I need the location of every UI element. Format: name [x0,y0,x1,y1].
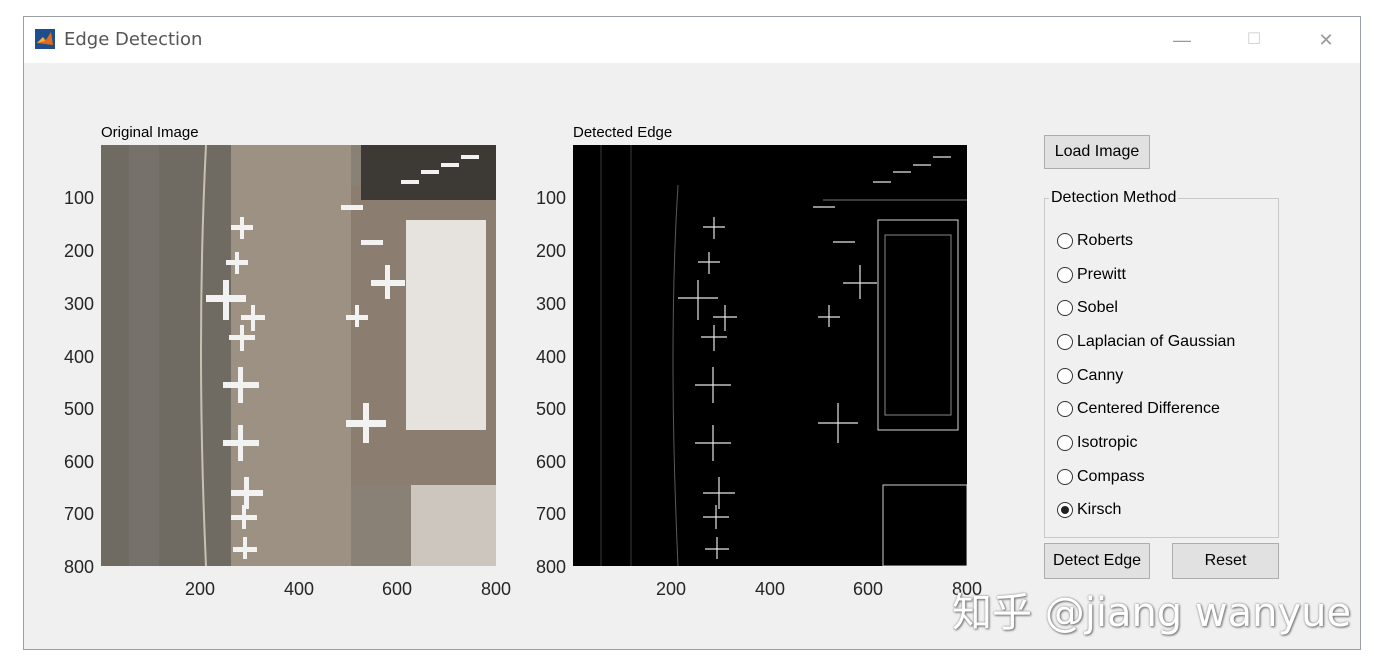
y-tick: 600 [63,452,94,472]
radio-roberts[interactable]: Roberts [1057,231,1133,251]
original-image-title: Original Image [101,124,199,141]
radio-canny[interactable]: Canny [1057,366,1123,386]
title-bar[interactable]: Edge Detection — ☐ ✕ [24,17,1360,63]
radio-label: Laplacian of Gaussian [1077,333,1236,350]
radio-label: Sobel [1077,299,1118,316]
close-button[interactable]: ✕ [1306,25,1346,55]
x-tick: 600 [852,579,884,599]
radio-laplacian-of-gaussian[interactable]: Laplacian of Gaussian [1057,332,1235,352]
radio-label: Canny [1077,367,1124,384]
radio-button[interactable] [1057,334,1073,350]
x-tick: 200 [184,579,216,599]
radio-label: Kirsch [1077,501,1122,518]
radio-label: Compass [1077,468,1145,485]
y-tick: 400 [535,347,566,367]
y-tick: 600 [535,452,566,472]
x-tick: 200 [655,579,687,599]
detect-edge-button[interactable]: Detect Edge [1044,543,1150,579]
radio-button[interactable] [1057,233,1073,249]
radio-button[interactable] [1057,435,1073,451]
detection-method-group: Detection Method Roberts Prewitt Sobel L… [1044,189,1279,538]
radio-label: Isotropic [1077,434,1138,451]
detected-edge-title: Detected Edge [573,124,673,141]
x-tick: 600 [381,579,413,599]
radio-prewitt[interactable]: Prewitt [1057,265,1126,285]
radio-button[interactable] [1057,469,1073,485]
radio-centered-difference[interactable]: Centered Difference [1057,399,1220,419]
radio-label: Centered Difference [1077,400,1220,417]
y-tick: 100 [535,188,566,208]
app-window: Edge Detection — ☐ ✕ Original Image 100 … [23,16,1361,650]
matlab-icon [35,29,55,49]
y-tick: 200 [535,241,566,261]
y-tick: 800 [535,557,566,577]
radio-button[interactable] [1057,300,1073,316]
radio-button[interactable] [1057,267,1073,283]
radio-compass[interactable]: Compass [1057,467,1145,487]
radio-button[interactable] [1057,401,1073,417]
minimize-button[interactable]: — [1162,25,1202,55]
x-tick: 400 [754,579,786,599]
load-image-button[interactable]: Load Image [1044,135,1150,169]
detected-edge-axes [573,145,967,566]
x-tick: 800 [480,579,512,599]
radio-kirsch[interactable]: Kirsch [1057,500,1121,520]
y-tick: 500 [63,399,94,419]
x-tick: 400 [283,579,315,599]
radio-button-selected[interactable] [1057,502,1073,518]
radio-isotropic[interactable]: Isotropic [1057,433,1137,453]
original-image [101,145,496,566]
y-tick: 300 [535,294,566,314]
window-title: Edge Detection [64,29,203,50]
radio-button[interactable] [1057,368,1073,384]
y-tick: 400 [63,347,94,367]
radio-sobel[interactable]: Sobel [1057,298,1118,318]
y-tick: 100 [63,188,94,208]
y-tick: 200 [63,241,94,261]
radio-label: Prewitt [1077,266,1126,283]
detection-method-label: Detection Method [1049,189,1179,207]
y-tick: 500 [535,399,566,419]
watermark: 知乎 @jiang wanyue [952,590,1352,636]
original-image-axes [101,145,496,566]
y-tick: 300 [63,294,94,314]
y-tick: 800 [63,557,94,577]
maximize-button[interactable]: ☐ [1234,25,1274,55]
radio-label: Roberts [1077,232,1134,249]
reset-button[interactable]: Reset [1172,543,1279,579]
y-tick: 700 [63,504,94,524]
edge-image [573,145,967,566]
y-tick: 700 [535,504,566,524]
